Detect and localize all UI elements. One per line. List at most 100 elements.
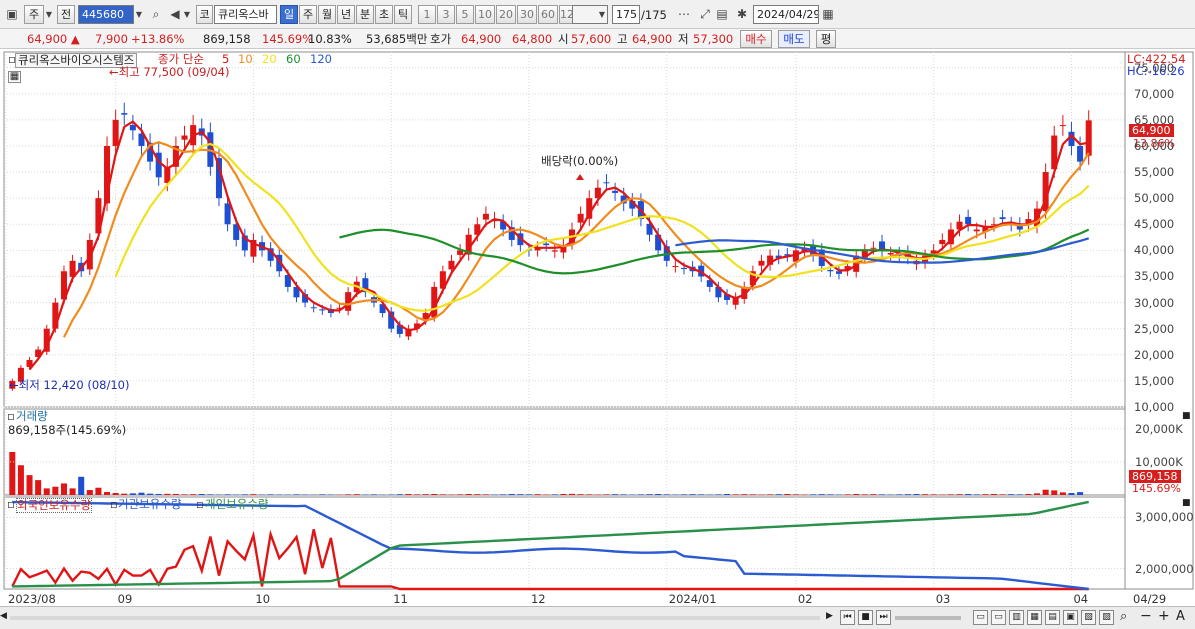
zoom-in-icon[interactable]: + xyxy=(1158,608,1170,624)
window-icon[interactable]: ▣ xyxy=(3,5,21,24)
crop-icon[interactable]: ⤢ xyxy=(696,5,714,24)
zoom-out-icon[interactable]: − xyxy=(1140,608,1152,624)
volume-bar xyxy=(17,465,24,495)
calendar-icon[interactable]: ▦ xyxy=(819,5,837,24)
search-icon[interactable]: ⌕ xyxy=(147,5,165,24)
chevron-down-icon[interactable]: ▼ xyxy=(181,5,193,24)
individual-holdings-legend[interactable]: 개인보유수량 xyxy=(205,498,268,511)
chevron-down-icon[interactable]: ▼ xyxy=(43,5,55,24)
chart-scrollbar[interactable]: ◀ ▶ ⏮ ■ ⏭ ▭ ▭ ▥ ▦ ▤ ▣ ▧ ▨ ⌕ − + A xyxy=(0,606,1195,629)
layout-icon[interactable]: ▣ xyxy=(1063,610,1078,625)
volume-pct-tag: 145.69% xyxy=(1132,482,1181,495)
period-tab-5[interactable]: 초 xyxy=(375,5,393,24)
grid-icon[interactable]: ⋯ xyxy=(675,5,693,24)
chevron-down-icon[interactable]: ▼ xyxy=(596,5,608,24)
table-icon[interactable]: ▦ xyxy=(8,71,21,83)
close-panel-icon[interactable]: ■ xyxy=(1182,497,1191,510)
first-icon[interactable]: ⏮ xyxy=(840,610,855,625)
volume-panel-value: 869,158주(145.69%) xyxy=(8,423,127,437)
layout-icon[interactable]: ▭ xyxy=(991,610,1006,625)
low-price: 57,300 xyxy=(693,32,734,46)
ma-legend-20[interactable]: 20 xyxy=(262,53,277,66)
chart-canvas[interactable] xyxy=(0,49,1195,606)
save-icon[interactable]: ▤ xyxy=(713,5,731,24)
layout-icon[interactable]: ▤ xyxy=(1045,610,1060,625)
volume-bar xyxy=(741,494,748,495)
prev-button[interactable]: 전 xyxy=(57,5,75,24)
font-size-icon[interactable]: A xyxy=(1176,609,1185,624)
stop-icon[interactable]: ■ xyxy=(858,610,873,625)
layout-icon[interactable]: ▧ xyxy=(1081,610,1096,625)
price-tick-label: 25,000 xyxy=(1134,321,1175,336)
stock-code-input[interactable]: 445680 xyxy=(78,5,134,24)
period-tab-4[interactable]: 분 xyxy=(356,5,374,24)
date-label: 11 xyxy=(393,592,408,606)
ma-legend-60[interactable]: 60 xyxy=(286,53,301,66)
volume-bar xyxy=(414,494,421,495)
chevron-down-icon[interactable]: ▼ xyxy=(133,5,145,24)
zoom-track[interactable] xyxy=(895,616,961,620)
candle-body xyxy=(448,260,455,270)
period-tab-2[interactable]: 월 xyxy=(318,5,336,24)
interval-button-3[interactable]: 3 xyxy=(437,5,455,24)
date-input[interactable]: 2024/04/29 xyxy=(753,5,819,24)
ma-legend-10[interactable]: 10 xyxy=(238,53,253,66)
last-icon[interactable]: ⏭ xyxy=(876,610,891,625)
candle-body xyxy=(181,135,188,140)
close-panel-icon[interactable]: ■ xyxy=(1182,410,1191,423)
volume-bar xyxy=(896,494,903,495)
dividend-marker: 배당락(0.00%) xyxy=(541,154,619,168)
price-tick-label: 40,000 xyxy=(1134,243,1175,258)
volume-bar xyxy=(956,494,963,495)
volume-bar xyxy=(60,483,67,495)
gear-icon[interactable]: ✱ xyxy=(733,5,751,24)
interval-button-30[interactable]: 30 xyxy=(517,5,537,24)
eval-button[interactable]: 평 xyxy=(816,30,836,48)
sell-button[interactable]: 매도 xyxy=(778,30,810,48)
volume-bar xyxy=(1034,493,1041,495)
bar-count-input[interactable]: 175 xyxy=(612,5,640,24)
volume-bar xyxy=(43,488,50,495)
volume-bar xyxy=(724,494,731,495)
volume-bar xyxy=(792,494,799,495)
layout-icon[interactable]: ▨ xyxy=(1099,610,1114,625)
volume-bar xyxy=(1025,494,1032,495)
main-toolbar: ▣ 주 ▼ 전 445680 ▼ ⌕ ◀ ▼ 코 큐리옥스바 일주월년분초틱 1… xyxy=(0,0,1195,29)
scroll-track[interactable] xyxy=(10,616,820,620)
panel-frame-1 xyxy=(3,408,1126,496)
period-tab-3[interactable]: 년 xyxy=(337,5,355,24)
volume-bar xyxy=(9,452,16,495)
period-tab-1[interactable]: 주 xyxy=(299,5,317,24)
candle-body xyxy=(827,269,834,272)
institution-holdings-legend[interactable]: 기관보유수량 xyxy=(118,498,181,511)
layout-icon[interactable]: ▦ xyxy=(1027,610,1042,625)
scroll-right-icon[interactable]: ▶ xyxy=(826,611,833,621)
volume-bar xyxy=(922,494,929,495)
buy-button[interactable]: 매수 xyxy=(740,30,772,48)
volume-bar xyxy=(86,490,93,495)
interval-button-60[interactable]: 60 xyxy=(538,5,558,24)
foreign-holdings-legend[interactable]: 외국인보유수량 xyxy=(16,498,93,513)
layout-icon[interactable]: ▭ xyxy=(973,610,988,625)
interval-button-10[interactable]: 10 xyxy=(475,5,495,24)
candle-body xyxy=(112,119,119,146)
interval-button-5[interactable]: 5 xyxy=(456,5,474,24)
zoom-icon[interactable]: ⌕ xyxy=(1120,609,1127,624)
period-tab-6[interactable]: 틱 xyxy=(394,5,412,24)
period-tab-0[interactable]: 일 xyxy=(280,5,298,24)
kind-button[interactable]: 코 xyxy=(196,5,213,24)
layout-icon[interactable]: ▥ xyxy=(1009,610,1024,625)
volume-ratio: 145.69% xyxy=(262,32,314,46)
market-selector[interactable]: 주 xyxy=(24,5,44,24)
price-tick-label: 45,000 xyxy=(1134,217,1175,232)
interval-button-1[interactable]: 1 xyxy=(418,5,436,24)
candle-body xyxy=(224,203,231,225)
scroll-left-icon[interactable]: ◀ xyxy=(0,611,7,621)
volume-bar xyxy=(78,476,85,495)
candle-body xyxy=(965,216,972,225)
stock-name-field: 큐리옥스바 xyxy=(214,5,277,24)
interval-button-20[interactable]: 20 xyxy=(496,5,516,24)
volume-bar xyxy=(439,494,446,495)
volume-bar xyxy=(95,487,102,495)
ma-legend-120[interactable]: 120 xyxy=(310,53,332,66)
